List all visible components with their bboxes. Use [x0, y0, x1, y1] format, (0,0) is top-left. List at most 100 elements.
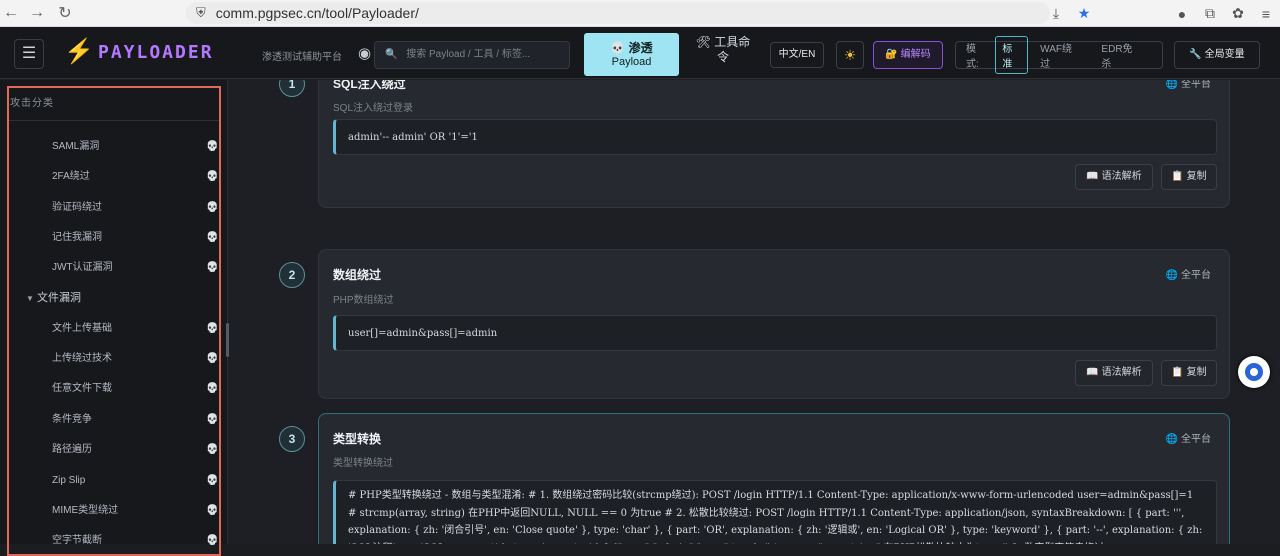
globe-icon: 🌐 [1165, 270, 1179, 281]
divider [9, 120, 219, 121]
sidebar-title: 攻击分类 [10, 98, 54, 109]
sidebar-item-mime-bypass[interactable]: MIME类型绕过 💀 [52, 500, 222, 522]
skull-icon: 💀 [206, 444, 219, 455]
mode-label: 模式: [966, 44, 979, 70]
payload-card: 数组绕过 🌐 全平台 PHP数组绕过 user[]=admin&pass[]=a… [318, 249, 1230, 399]
skull-icon: 💀 [206, 414, 219, 425]
sidebar-item-saml[interactable]: SAML漏洞 💀 [52, 136, 222, 158]
search-placeholder: 搜索 Payload / 工具 / 标签... [406, 49, 531, 60]
sidebar-item-label: 2FA绕过 [52, 171, 90, 182]
theme-sun-icon[interactable]: ☀ [836, 41, 864, 69]
app-logo-text: PAYLOADER [98, 42, 214, 63]
back-icon[interactable]: ← [0, 4, 22, 22]
payload-card-active: 类型转换 🌐 全平台 类型转换绕过 # PHP类型转换绕过 - 数组与类型混淆:… [318, 413, 1230, 544]
step-number: 1 [279, 80, 305, 97]
language-toggle[interactable]: 中文/EN [770, 42, 824, 68]
sidebar-item-label: Zip Slip [52, 475, 86, 486]
chevron-down-icon: ▼ [26, 294, 34, 303]
tab-tools-label: 工具命 [714, 35, 751, 49]
mode-waf[interactable]: WAF绕过 [1040, 40, 1079, 70]
tab-payload-label: 渗透 [628, 41, 653, 55]
platform-badge: 🌐 全平台 [1166, 80, 1211, 90]
sidebar-group-file-vulns[interactable]: ▼ 文件漏洞 [26, 287, 81, 310]
extensions-icon[interactable]: ⧉ [1196, 5, 1224, 22]
copy-button[interactable]: 📋 复制 [1161, 360, 1217, 386]
payload-code[interactable]: # PHP类型转换绕过 - 数组与类型混淆: # 1. 数组绕过密码比较(str… [333, 480, 1217, 544]
card-title: SQL注入绕过 [333, 80, 406, 91]
syntax-analysis-button[interactable]: 📖 语法解析 [1075, 164, 1153, 190]
global-vars-button[interactable]: 🔧 全局变量 [1174, 41, 1260, 69]
menu-icon[interactable]: ☰ [14, 39, 44, 69]
sidebar-item-label: JWT认证漏洞 [52, 262, 113, 273]
sidebar-item-zip-slip[interactable]: Zip Slip 💀 [52, 470, 222, 492]
sidebar-item-path-traversal[interactable]: 路径遍历 💀 [52, 439, 222, 461]
sidebar-item-label: 路径遍历 [52, 444, 92, 455]
app-header: ☰ ⚡ PAYLOADER 渗透测试辅助平台 ◉ 🔍 搜索 Payload / … [0, 27, 1280, 79]
globe-icon: 🌐 [1165, 80, 1179, 90]
bookmark-star-icon[interactable]: ★ [1070, 5, 1098, 22]
skull-icon: 💀 [206, 505, 219, 516]
sidebar-item-remember-me[interactable]: 记住我漏洞 💀 [52, 227, 222, 249]
sidebar-item-null-byte[interactable]: 空字节截断 💀 [52, 530, 222, 552]
decoder-button[interactable]: 🔐 编解码 [873, 41, 943, 69]
sidebar-item-label: 文件上传基础 [52, 323, 112, 334]
profile-badge-icon[interactable]: ● [1168, 6, 1196, 22]
sidebar-item-captcha[interactable]: 验证码绕过 💀 [52, 197, 222, 219]
url-text: comm.pgpsec.cn/tool/Payloader/ [215, 5, 419, 21]
skull-icon: 💀 [206, 475, 219, 486]
payload-list: 1 SQL注入绕过 🌐 全平台 SQL注入绕过登录 admin'-- admin… [229, 80, 1280, 544]
forward-icon[interactable]: → [26, 4, 48, 22]
sidebar-item-label: 任意文件下载 [52, 383, 112, 394]
sidebar: 攻击分类 SAML漏洞 💀 2FA绕过 💀 验证码绕过 💀 记住我漏洞 💀 JWT认证漏… [0, 80, 228, 556]
skull-icon: 💀 [206, 323, 219, 334]
payload-card: SQL注入绕过 🌐 全平台 SQL注入绕过登录 admin'-- admin' … [318, 80, 1230, 208]
sidebar-item-label: MIME类型绕过 [52, 505, 119, 516]
card-subtitle: PHP数组绕过 [333, 295, 394, 306]
tab-tools-label-2: 令 [716, 50, 729, 64]
github-icon[interactable]: ◉ [358, 44, 371, 62]
syntax-analysis-button[interactable]: 📖 语法解析 [1075, 360, 1153, 386]
platform-label: 全平台 [1181, 270, 1211, 281]
search-icon: 🔍 [385, 49, 398, 60]
sidebar-group-label: 文件漏洞 [36, 292, 81, 304]
reload-icon[interactable]: ↻ [54, 3, 76, 23]
tab-payload[interactable]: 💀 渗透 Payload [584, 33, 679, 76]
sidebar-item-upload-bypass[interactable]: 上传绕过技术 💀 [52, 348, 222, 370]
sidebar-item-race-condition[interactable]: 条件竞争 💀 [52, 409, 222, 431]
extension-avatar-icon[interactable]: ✿ [1224, 5, 1252, 22]
sidebar-item-label: SAML漏洞 [52, 141, 100, 152]
platform-badge: 🌐 全平台 [1166, 430, 1211, 445]
card-subtitle: 类型转换绕过 [333, 458, 393, 469]
skull-icon: 💀 [610, 41, 626, 55]
platform-badge: 🌐 全平台 [1166, 266, 1211, 281]
address-bar[interactable]: ⛨ comm.pgpsec.cn/tool/Payloader/ [186, 2, 1050, 24]
mode-edr[interactable]: EDR免杀 [1101, 40, 1140, 70]
sidebar-item-label: 空字节截断 [52, 535, 102, 546]
skull-icon: 💀 [206, 383, 219, 394]
sidebar-item-file-upload[interactable]: 文件上传基础 💀 [52, 318, 222, 340]
assistant-float-icon[interactable] [1238, 356, 1270, 388]
download-icon[interactable]: ⤓ [1042, 5, 1070, 22]
site-info-icon[interactable]: ⛨ [196, 5, 206, 21]
payload-code[interactable]: user[]=admin&pass[]=admin [333, 315, 1217, 351]
payloader-app: ☰ ⚡ PAYLOADER 渗透测试辅助平台 ◉ 🔍 搜索 Payload / … [0, 27, 1280, 556]
tab-tools[interactable]: 🛠 工具命 令 [690, 35, 756, 75]
step-number: 3 [279, 426, 305, 452]
sidebar-item-label: 验证码绕过 [52, 202, 102, 213]
browser-toolbar: ← → ↻ ⛨ comm.pgpsec.cn/tool/Payloader/ ⤓… [0, 0, 1280, 27]
sidebar-item-jwt[interactable]: JWT认证漏洞 💀 [52, 257, 222, 279]
globe-icon: 🌐 [1165, 434, 1179, 445]
card-subtitle: SQL注入绕过登录 [333, 103, 414, 114]
payload-code[interactable]: admin'-- admin' OR '1'='1 [333, 119, 1217, 155]
sidebar-item-2fa[interactable]: 2FA绕过 💀 [52, 166, 222, 188]
copy-button[interactable]: 📋 复制 [1161, 164, 1217, 190]
tools-icon: 🛠 [695, 35, 711, 49]
sidebar-item-label: 记住我漏洞 [52, 232, 102, 243]
tab-payload-sub: Payload [611, 56, 652, 68]
app-subtitle: 渗透测试辅助平台 [262, 52, 342, 63]
mode-standard[interactable]: 标准 [995, 36, 1029, 74]
browser-menu-icon[interactable]: ≡ [1252, 6, 1280, 22]
sidebar-item-file-download[interactable]: 任意文件下载 💀 [52, 378, 222, 400]
skull-icon: 💀 [206, 141, 219, 152]
search-input[interactable]: 🔍 搜索 Payload / 工具 / 标签... [374, 41, 570, 69]
